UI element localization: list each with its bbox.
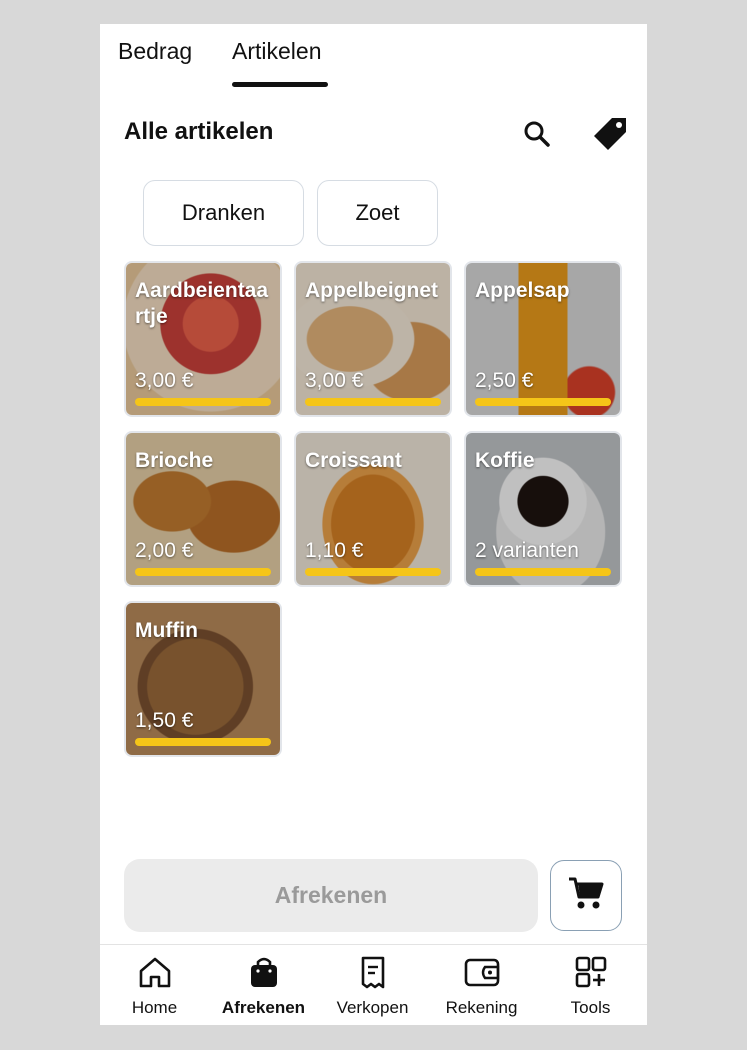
nav-tools[interactable]: Tools [536, 955, 645, 1018]
product-card-muffin[interactable]: Muffin 1,50 € [124, 601, 282, 757]
product-price: 2 varianten [475, 539, 579, 562]
product-name: Aardbeientaartje [135, 279, 269, 328]
product-color-bar [135, 568, 271, 576]
product-color-bar [135, 738, 271, 746]
nav-label: Home [131, 998, 178, 1017]
nav-verkopen[interactable]: Verkopen [318, 955, 427, 1018]
product-color-bar [305, 568, 441, 576]
product-name: Muffin [135, 619, 198, 642]
category-chip-zoet[interactable]: Zoet [317, 180, 438, 246]
tab-bedrag[interactable]: Bedrag [118, 38, 192, 65]
nav-home[interactable]: Home [100, 955, 209, 1018]
grid-plus-icon [573, 955, 609, 994]
product-price: 3,00 € [135, 369, 194, 392]
product-card-croissant[interactable]: Croissant 1,10 € [294, 431, 452, 587]
search-icon[interactable] [515, 112, 559, 156]
category-chip-dranken[interactable]: Dranken [143, 180, 304, 246]
product-name: Appelsap [475, 279, 570, 302]
product-price: 1,10 € [305, 539, 364, 562]
cart-icon [567, 875, 605, 916]
bottom-navigation: Home Afrekenen Verkopen Rekening Tools [100, 944, 647, 1025]
nav-label: Afrekenen [221, 998, 306, 1017]
nav-label: Rekening [445, 998, 518, 1017]
product-card-brioche[interactable]: Brioche 2,00 € [124, 431, 282, 587]
product-card-koffie[interactable]: Koffie 2 varianten [464, 431, 622, 587]
product-price: 3,00 € [305, 369, 364, 392]
wallet-icon [463, 955, 501, 994]
product-card-appelbeignet[interactable]: Appelbeignet 3,00 € [294, 261, 452, 417]
product-color-bar [135, 398, 271, 406]
app-screen: Bedrag Artikelen Alle artikelen Dranken … [100, 24, 647, 1025]
product-color-bar [475, 398, 611, 406]
receipt-icon [355, 955, 391, 994]
page-title: Alle artikelen [124, 118, 274, 145]
product-color-bar [475, 568, 611, 576]
tag-icon[interactable] [588, 112, 632, 156]
shopping-bag-icon [246, 955, 282, 994]
nav-label: Verkopen [336, 998, 409, 1017]
nav-afrekenen[interactable]: Afrekenen [209, 955, 318, 1018]
product-name: Appelbeignet [305, 279, 439, 302]
product-name: Croissant [305, 449, 402, 472]
product-color-bar [305, 398, 441, 406]
active-tab-indicator [232, 82, 328, 87]
product-name: Koffie [475, 449, 535, 472]
product-price: 1,50 € [135, 709, 194, 732]
nav-rekening[interactable]: Rekening [427, 955, 536, 1018]
checkout-button[interactable]: Afrekenen [124, 859, 538, 932]
product-name: Brioche [135, 449, 214, 472]
product-price: 2,00 € [135, 539, 194, 562]
nav-label: Tools [570, 998, 611, 1017]
tab-artikelen[interactable]: Artikelen [232, 38, 321, 65]
cart-button[interactable] [550, 860, 622, 931]
product-price: 2,50 € [475, 369, 534, 392]
product-card-appelsap[interactable]: Appelsap 2,50 € [464, 261, 622, 417]
product-card-aardbeientaartje[interactable]: Aardbeientaartje 3,00 € [124, 261, 282, 417]
home-icon [137, 955, 173, 994]
